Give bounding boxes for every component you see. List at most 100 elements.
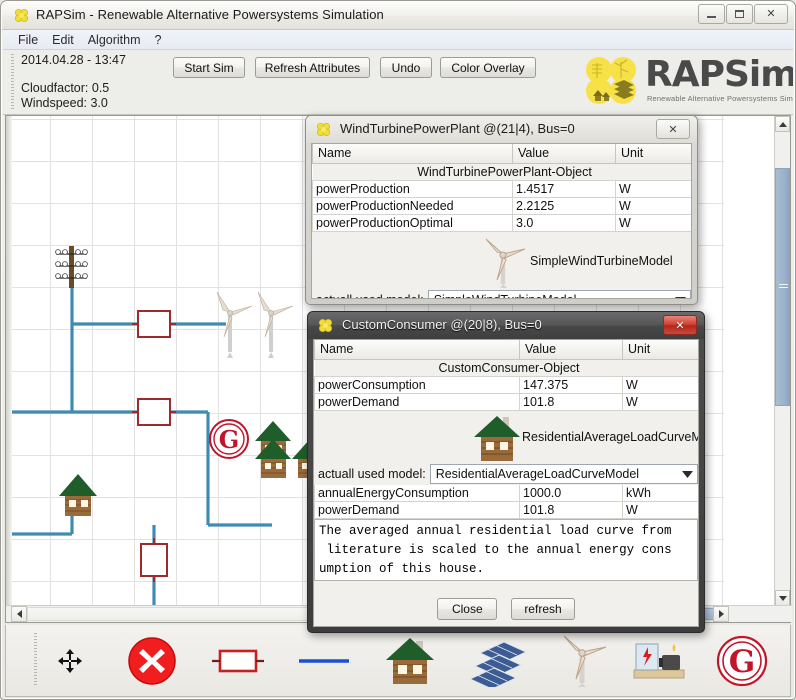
consumer-model-selected-value: ResidentialAverageLoadCurveModel (435, 466, 640, 481)
rapsim-flower-icon (318, 318, 333, 333)
window-title: RAPSim - Renewable Alternative Powersyst… (36, 7, 384, 22)
object-header-row: WindTurbinePowerPlant-Object (312, 163, 691, 181)
attribute-value[interactable]: 3.0 (512, 214, 616, 232)
table-row[interactable]: powerDemand 101.8 W (314, 501, 698, 519)
menu-item-algorithm[interactable]: Algorithm (81, 32, 148, 48)
wind-attributes-table: Name Value Unit WindTurbinePowerPlant-Ob… (312, 144, 691, 232)
line-tool-button[interactable] (288, 633, 360, 689)
line-icon (299, 659, 349, 663)
battery-icon (633, 643, 685, 679)
attribute-value[interactable]: 1.4517 (512, 180, 616, 198)
scroll-right-button[interactable] (713, 606, 729, 622)
wind-turbine-icon (480, 238, 526, 291)
table-row[interactable]: powerProductionOptimal 3.0 W (312, 214, 691, 232)
rapsim-logo-subtitle: Renewable Alternative Powersystems Simul… (647, 94, 793, 103)
attribute-name: powerConsumption (314, 376, 520, 394)
table-header-row: Name Value Unit (314, 340, 698, 360)
table-row[interactable]: powerProduction 1.4517 W (312, 180, 691, 198)
column-header-value: Value (519, 340, 623, 360)
consumer-dialog-close-button[interactable]: ✕ (663, 315, 697, 335)
move-icon (58, 649, 82, 673)
menu-item-file[interactable]: File (11, 32, 45, 48)
column-header-value: Value (512, 144, 616, 164)
consumer-model-combo-row: actuall used model: ResidentialAverageLo… (314, 462, 698, 485)
rapsim-flower-icon (14, 8, 29, 23)
wind-dialog-title: WindTurbinePowerPlant @(21|4), Bus=0 (340, 121, 575, 136)
wind-dialog-close-button[interactable]: ✕ (656, 119, 690, 139)
delete-icon (128, 637, 176, 685)
rapsim-flower-icon (316, 122, 331, 137)
chevron-down-icon (682, 467, 693, 481)
attribute-name: annualEnergyConsumption (314, 484, 520, 502)
attribute-unit: W (622, 501, 698, 519)
transformer-symbol-3 (140, 538, 168, 582)
consumer-dialog-titlebar[interactable]: CustomConsumer @(20|8), Bus=0 ✕ (308, 312, 704, 339)
attribute-value[interactable]: 101.8 (519, 393, 623, 411)
start-sim-button[interactable]: Start Sim (173, 57, 245, 78)
scroll-up-button[interactable] (775, 116, 790, 132)
table-row[interactable]: powerConsumption 147.375 W (314, 376, 698, 394)
transformer-tool-button[interactable] (202, 633, 274, 689)
custom-consumer-dialog[interactable]: CustomConsumer @(20|8), Bus=0 ✕ Name Val… (307, 311, 705, 633)
attribute-value[interactable]: 147.375 (519, 376, 623, 394)
attribute-value[interactable]: 2.2125 (512, 197, 616, 215)
vertical-scroll-thumb[interactable] (775, 168, 790, 406)
toolbar-grip[interactable] (11, 54, 14, 110)
wind-turbine-symbol-2 (257, 291, 294, 358)
move-tool-button[interactable] (34, 633, 106, 689)
attribute-value[interactable]: 101.8 (519, 501, 623, 519)
app-root: RAPSim - Renewable Alternative Powersyst… (0, 0, 796, 700)
consumer-model-select[interactable]: ResidentialAverageLoadCurveModel (429, 463, 698, 484)
refresh-attributes-button[interactable]: Refresh Attributes (255, 57, 370, 78)
attribute-unit: kWh (622, 484, 698, 502)
attribute-unit: W (622, 376, 698, 394)
attribute-unit: W (615, 197, 691, 215)
close-button[interactable]: ✕ (754, 4, 788, 24)
window-titlebar: RAPSim - Renewable Alternative Powersyst… (2, 2, 794, 30)
scroll-down-button[interactable] (775, 590, 790, 606)
generator-tool-button[interactable]: G (706, 633, 778, 689)
consumer-model-preview: ResidentialAverageLoadCurveModel (314, 410, 699, 463)
maximize-button[interactable] (726, 4, 753, 24)
house-symbol-left (59, 474, 97, 516)
house-icon (386, 638, 434, 684)
model-description-text: The averaged annual residential load cur… (314, 519, 698, 581)
solar-panel-tool-button[interactable] (460, 633, 532, 689)
house-tool-button[interactable] (374, 633, 446, 689)
delete-tool-button[interactable] (116, 633, 188, 689)
table-row[interactable]: annualEnergyConsumption 1000.0 kWh (314, 484, 698, 502)
table-row[interactable]: powerProductionNeeded 2.2125 W (312, 197, 691, 215)
consumer-model-label: ResidentialAverageLoadCurveModel (522, 429, 699, 444)
column-header-unit: Unit (615, 144, 691, 164)
consumer-dialog-title: CustomConsumer @(20|8), Bus=0 (342, 317, 542, 332)
wind-dialog-titlebar[interactable]: WindTurbinePowerPlant @(21|4), Bus=0 ✕ (306, 116, 697, 143)
menu-item-edit[interactable]: Edit (45, 32, 81, 48)
power-pole-symbol (55, 246, 88, 288)
battery-tool-button[interactable] (624, 633, 696, 689)
menu-item-help[interactable]: ? (148, 32, 169, 48)
rapsim-logo-mark (586, 57, 636, 104)
attribute-name: powerProductionNeeded (312, 197, 513, 215)
undo-button[interactable]: Undo (380, 57, 432, 78)
consumer-dialog-footer: Close refresh (314, 592, 698, 626)
wind-turbine-tool-button[interactable] (546, 633, 618, 689)
refresh-button[interactable]: refresh (511, 598, 575, 620)
column-header-name: Name (312, 144, 513, 164)
solar-panel-icon (468, 641, 526, 687)
object-header-label: WindTurbinePowerPlant-Object (312, 163, 691, 181)
wind-turbine-dialog[interactable]: WindTurbinePowerPlant @(21|4), Bus=0 ✕ N… (305, 115, 698, 305)
attribute-name: powerDemand (314, 501, 520, 519)
canvas-vertical-scrollbar[interactable] (774, 116, 790, 606)
minimize-button[interactable] (698, 4, 725, 24)
wind-turbine-icon (563, 635, 607, 687)
table-row[interactable]: powerDemand 101.8 W (314, 393, 698, 411)
attribute-value[interactable]: 1000.0 (519, 484, 623, 502)
object-header-row: CustomConsumer-Object (314, 359, 698, 377)
wind-model-select[interactable]: SimpleWindTurbineModel (427, 289, 691, 298)
svg-text:G: G (729, 644, 755, 680)
close-icon: ✕ (766, 7, 776, 20)
column-header-name: Name (314, 340, 520, 360)
color-overlay-button[interactable]: Color Overlay (440, 57, 536, 78)
close-button[interactable]: Close (437, 598, 498, 620)
scroll-left-button[interactable] (11, 606, 27, 622)
